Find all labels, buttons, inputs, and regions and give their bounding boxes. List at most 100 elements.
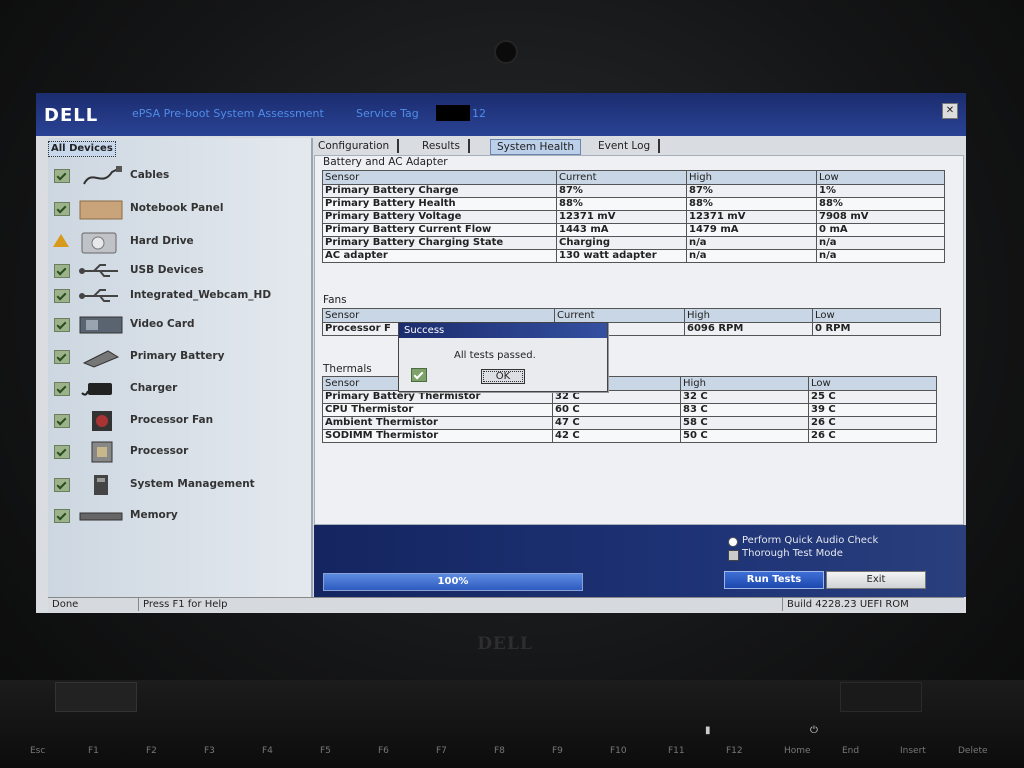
cable-icon (83, 166, 122, 185)
progress-label: 100% (437, 576, 469, 587)
ok-button[interactable]: OK (481, 369, 525, 384)
pass-check-icon (54, 445, 70, 459)
success-dialog: Success All tests passed. OK (398, 322, 608, 392)
table-cell: 88% (816, 197, 945, 211)
keyboard-key: Home (784, 746, 811, 756)
table-cell: 25 C (808, 390, 937, 404)
table-row: Primary Battery Charge 87% 87% 1% (322, 184, 945, 198)
tab-system-health[interactable]: System Health (490, 139, 581, 155)
pass-check-icon (54, 202, 70, 216)
device-label: Memory (130, 509, 178, 521)
keyboard-key: F1 (88, 746, 99, 756)
keyboard-key: End (842, 746, 860, 756)
table-row: CPU Thermistor 60 C 83 C 39 C (322, 403, 937, 417)
pass-check-icon (54, 478, 70, 492)
keyboard-key: F10 (610, 746, 627, 756)
fans-section-title: Fans (323, 294, 347, 306)
keyboard-key: Esc (30, 746, 46, 756)
keyboard-key: F2 (146, 746, 157, 756)
tab-configuration[interactable]: Configuration (318, 139, 400, 153)
epsa-screen: DELL ePSA Pre-boot System Assessment Ser… (36, 93, 966, 613)
device-label: Processor Fan (130, 414, 214, 426)
keyboard-key: F7 (436, 746, 447, 756)
table-cell: Primary Battery Charging State (322, 236, 557, 250)
table-header-row: Sensor Current High Low (322, 308, 941, 323)
pass-check-icon (54, 318, 70, 332)
device-item-memory[interactable]: Memory (48, 502, 308, 530)
table-cell: n/a (686, 249, 817, 263)
panel-icon (79, 200, 123, 220)
device-item-notebook-panel[interactable]: Notebook Panel (48, 195, 308, 223)
keyboard-key: F4 (262, 746, 273, 756)
webcam-lens (494, 40, 518, 64)
tab-bar: Configuration Results System Health Even… (314, 137, 964, 155)
all-devices-header[interactable]: All Devices (48, 141, 116, 157)
table-cell: Primary Battery Charge (322, 184, 557, 198)
table-cell: 12371 mV (556, 210, 687, 224)
device-item-charger[interactable]: Charger (48, 375, 308, 403)
battery-section-title: Battery and AC Adapter (323, 156, 448, 168)
device-item-primary-battery[interactable]: Primary Battery (48, 343, 308, 371)
table-row: Ambient Thermistor 47 C 58 C 26 C (322, 416, 937, 430)
table-cell: 12371 mV (686, 210, 817, 224)
exit-button[interactable]: Exit (826, 571, 926, 589)
service-tag-label: Service Tag (356, 107, 419, 120)
table-cell: AC adapter (322, 249, 557, 263)
column-header: High (684, 308, 813, 323)
progress-bar: 100% (323, 573, 583, 591)
keyboard-key: F3 (204, 746, 215, 756)
close-button[interactable]: ✕ (942, 103, 958, 119)
table-cell: 42 C (552, 429, 681, 443)
usb-icon (79, 289, 118, 302)
thorough-mode-checkbox[interactable] (728, 550, 739, 561)
device-item-cables[interactable]: Cables (48, 162, 308, 190)
table-cell: n/a (816, 249, 945, 263)
table-cell: 7908 mV (816, 210, 945, 224)
usb-icon (79, 264, 118, 277)
table-cell: 1479 mA (686, 223, 817, 237)
status-help: Press F1 for Help (138, 598, 228, 611)
app-title: ePSA Pre-boot System Assessment (132, 107, 324, 120)
table-cell: 88% (556, 197, 687, 211)
tab-event-log[interactable]: Event Log (598, 139, 661, 153)
table-cell: Primary Battery Thermistor (322, 390, 553, 404)
table-cell: 50 C (680, 429, 809, 443)
status-build: Build 4228.23 UEFI ROM (782, 598, 909, 611)
device-label: System Management (130, 478, 255, 490)
device-item-processor-fan[interactable]: Processor Fan (48, 407, 308, 435)
bezel-logo: DELL (477, 634, 533, 654)
device-label: Processor (130, 445, 189, 457)
device-label: Hard Drive (130, 235, 194, 247)
table-cell: Primary Battery Current Flow (322, 223, 557, 237)
pass-check-icon (54, 509, 70, 523)
table-cell: Ambient Thermistor (322, 416, 553, 430)
run-tests-button[interactable]: Run Tests (724, 571, 824, 589)
thermals-section-title: Thermals (323, 363, 372, 375)
table-cell: 87% (556, 184, 687, 198)
device-item-system-management[interactable]: System Management (48, 471, 308, 499)
tab-results[interactable]: Results (422, 139, 470, 153)
pass-check-icon (54, 169, 70, 183)
keyboard-key: F12 (726, 746, 743, 756)
quick-audio-label: Perform Quick Audio Check (742, 535, 879, 546)
pass-check-icon (54, 382, 70, 396)
device-item-processor[interactable]: Processor (48, 438, 308, 466)
keyboard-key: F9 (552, 746, 563, 756)
column-header: High (680, 376, 809, 391)
table-cell: CPU Thermistor (322, 403, 553, 417)
table-cell: 32 C (680, 390, 809, 404)
device-item-usb-devices[interactable]: USB Devices (48, 257, 308, 285)
table-cell: 88% (686, 197, 817, 211)
device-item-hard-drive[interactable]: Hard Drive (48, 228, 308, 256)
table-cell: 0 RPM (812, 322, 941, 336)
table-cell: 1% (816, 184, 945, 198)
device-item-webcam[interactable]: Integrated_Webcam_HD (48, 282, 308, 310)
keyboard-key: F11 (668, 746, 685, 756)
device-label: Primary Battery (130, 350, 225, 362)
table-cell: 58 C (680, 416, 809, 430)
table-cell: Charging (556, 236, 687, 250)
table-cell: 60 C (552, 403, 681, 417)
quick-audio-radio[interactable] (728, 537, 738, 547)
device-item-video-card[interactable]: Video Card (48, 311, 308, 339)
device-label: Notebook Panel (130, 202, 224, 214)
